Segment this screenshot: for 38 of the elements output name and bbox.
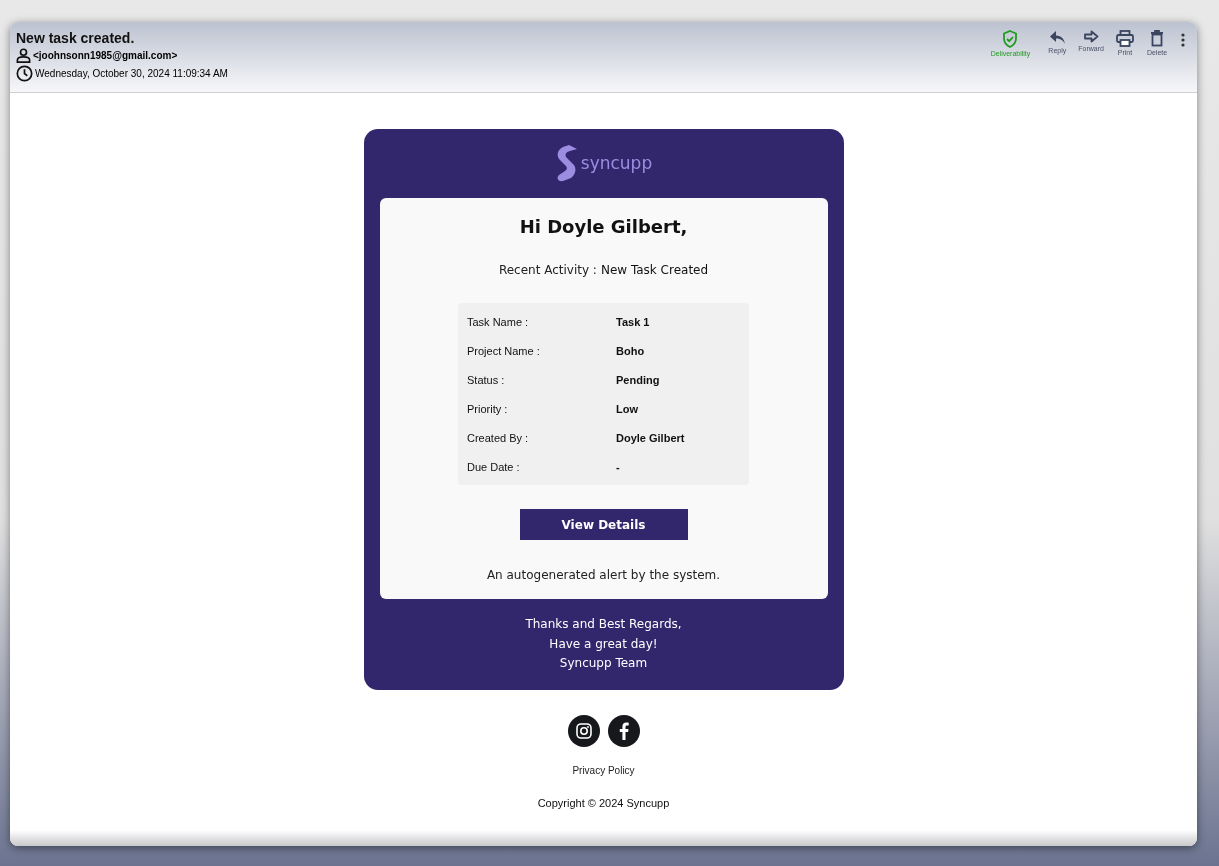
f-logo-icon — [618, 721, 629, 740]
detail-label: Priority : — [466, 402, 509, 415]
clock-icon — [16, 65, 33, 82]
detail-label: Due Date : — [466, 460, 521, 473]
camera-icon — [575, 722, 592, 739]
detail-label: Status : — [466, 373, 506, 386]
forward-arrow-icon — [1083, 30, 1099, 43]
activity-label: Recent Activity : — [498, 263, 597, 277]
more-icon — [1181, 33, 1185, 47]
detail-value: Low — [616, 402, 638, 415]
detail-value: Doyle Gilbert — [616, 431, 685, 444]
detail-value: Boho — [616, 344, 645, 357]
copyright: Copyright © 2024 Syncupp — [537, 796, 670, 809]
reply-arrow-icon — [1048, 30, 1066, 45]
detail-label: Task Name : — [466, 315, 530, 328]
email-subject: New task created. — [16, 30, 136, 46]
printer-icon — [1116, 30, 1134, 47]
email-date: Wednesday, October 30, 2024 11:09:34 AM — [35, 68, 228, 79]
facebook-button[interactable] — [607, 714, 640, 747]
trash-icon — [1150, 30, 1164, 47]
person-icon — [16, 48, 31, 63]
detail-value: Pending — [616, 373, 660, 386]
detail-value: Task 1 — [616, 315, 650, 328]
signoff-line: Syncupp Team — [558, 655, 649, 672]
sender-address: <joohnsonn1985@gmail.com> — [33, 50, 178, 61]
logo-wordmark: syncupp — [580, 153, 653, 173]
instagram-button[interactable] — [567, 714, 600, 747]
view-details-button[interactable]: View Details — [519, 509, 688, 540]
greeting: Hi Doyle Gilbert, — [519, 216, 688, 237]
privacy-policy-link[interactable]: Privacy Policy — [572, 764, 635, 776]
shield-check-icon — [1002, 30, 1019, 48]
activity-value: New Task Created — [600, 263, 709, 277]
detail-label: Project Name : — [466, 344, 541, 357]
detail-value: - — [616, 460, 620, 473]
signoff-line: Thanks and Best Regards, — [524, 616, 683, 633]
system-note: An autogenerated alert by the system. — [486, 568, 721, 582]
detail-label: Created By : — [466, 431, 530, 444]
signoff-line: Have a great day! — [548, 635, 659, 653]
